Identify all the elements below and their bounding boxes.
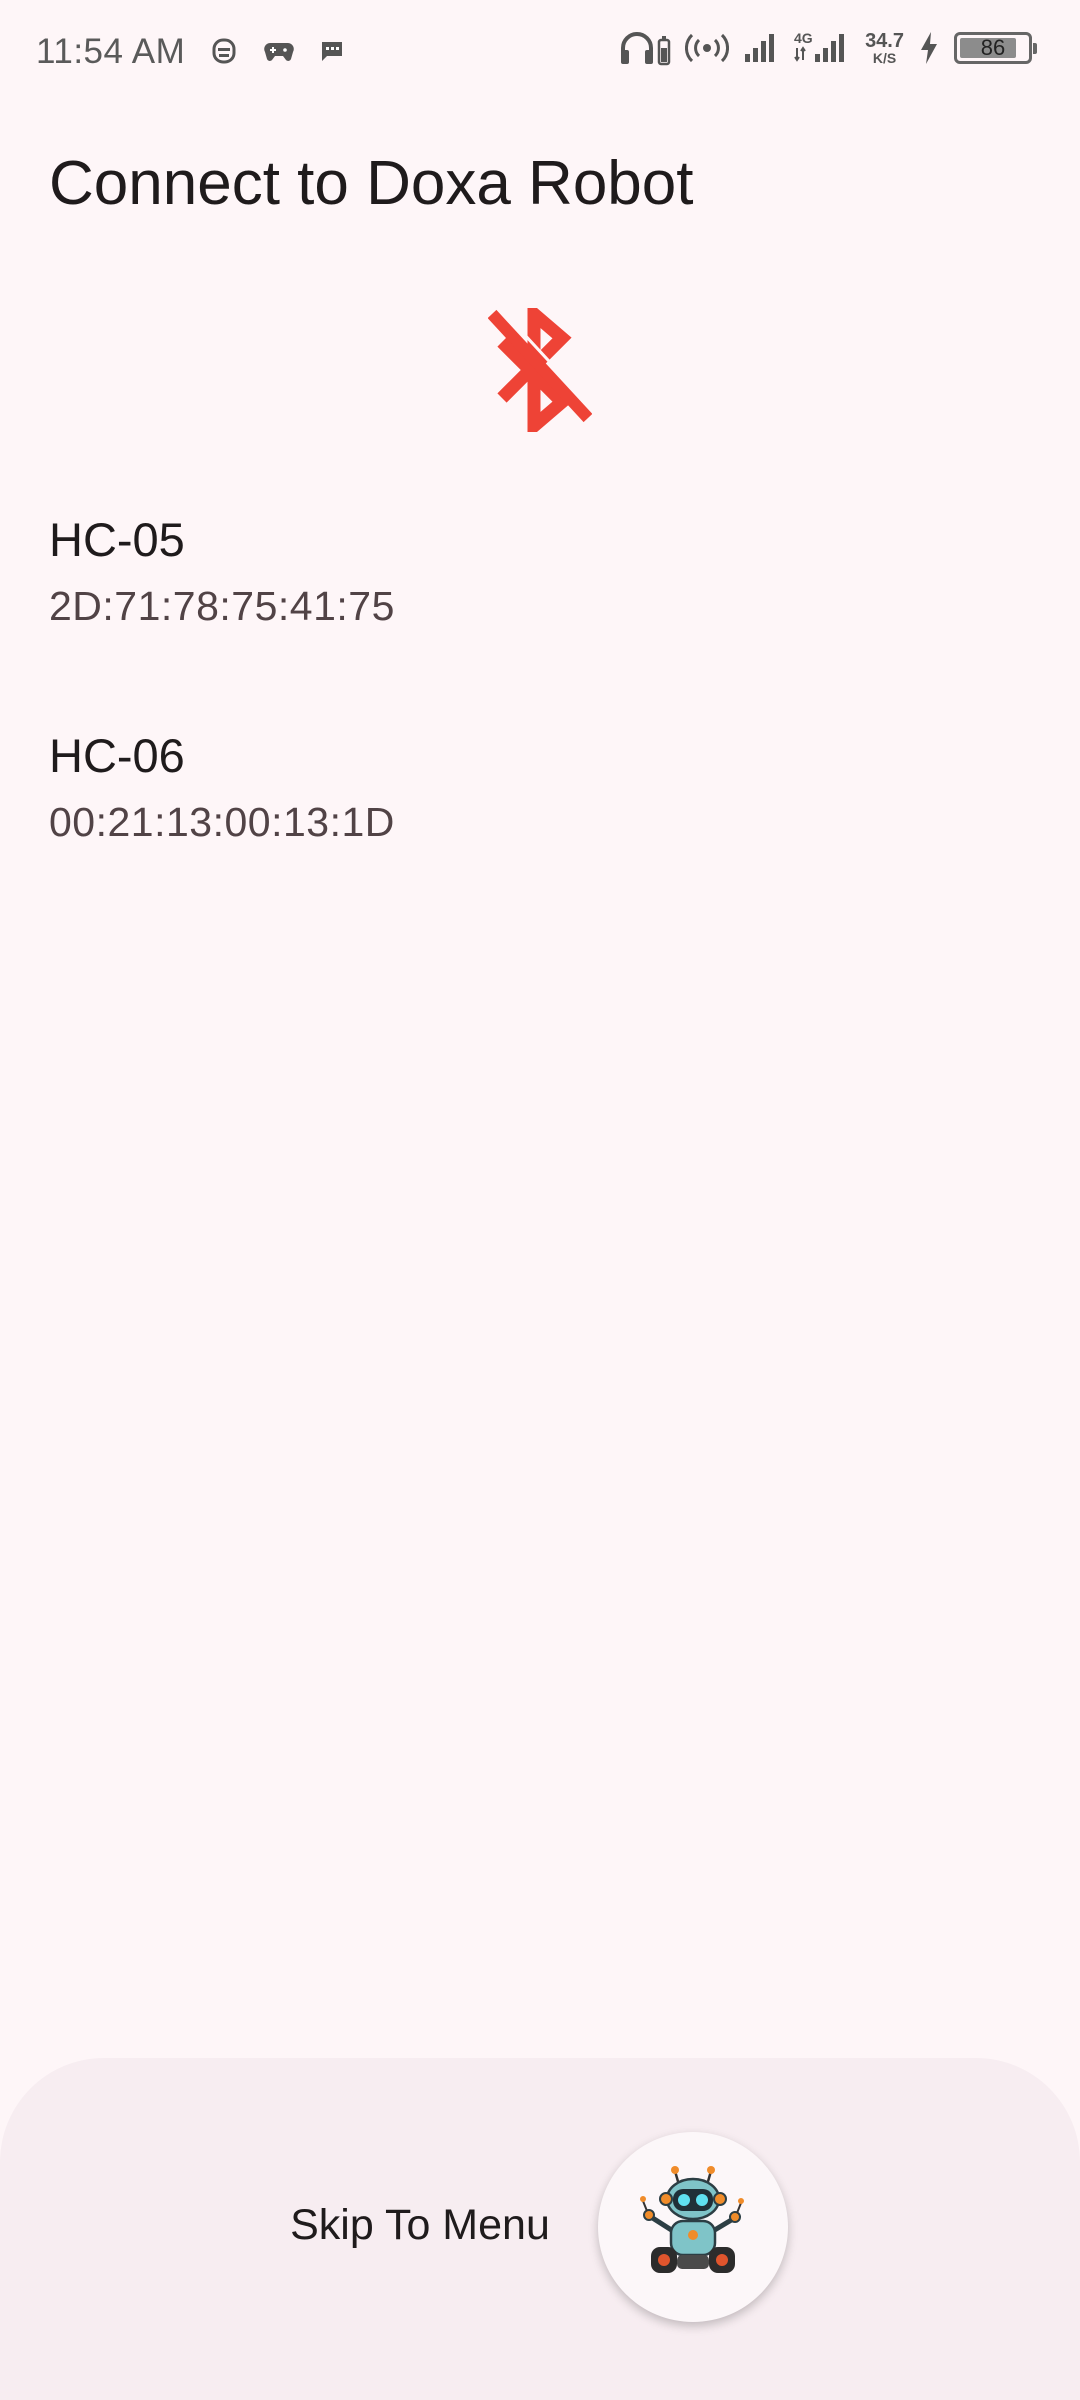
skip-to-menu-button[interactable]: Skip To Menu: [270, 2180, 570, 2270]
status-time: 11:54 AM: [36, 32, 186, 71]
device-name: HC-06: [49, 729, 185, 782]
network-speed-value: 34.7: [865, 30, 904, 52]
device-item-hc-05[interactable]: HC-05 2D:71:78:75:41:75: [0, 490, 1080, 706]
signal-icon: [743, 32, 779, 64]
hotspot-icon: [685, 32, 730, 64]
notification-app-icon: [210, 36, 238, 66]
device-address: 2D:71:78:75:41:75: [49, 583, 395, 629]
status-bar: 11:54 AM 4G 34.7 K/S 86: [0, 0, 1080, 106]
robot-fab-button[interactable]: [598, 2132, 788, 2322]
network-speed: 34.7 K/S: [865, 31, 904, 65]
device-list: HC-05 2D:71:78:75:41:75 HC-06 00:21:13:0…: [0, 490, 1080, 922]
signal-4g-icon: 4G: [793, 30, 851, 66]
battery-icon: 86: [954, 32, 1037, 64]
device-name: HC-05: [49, 513, 185, 566]
network-type-label: 4G: [794, 30, 813, 46]
status-notification-icons: [210, 36, 344, 66]
network-speed-unit: K/S: [872, 50, 897, 66]
screen: 11:54 AM 4G 34.7 K/S 86 Connect to Doxa …: [0, 0, 1080, 2400]
device-item-hc-06[interactable]: HC-06 00:21:13:00:13:1D: [0, 706, 1080, 922]
page-title: Connect to Doxa Robot: [49, 149, 694, 218]
bluetooth-disabled-icon: [487, 299, 597, 441]
battery-level: 86: [980, 35, 1006, 60]
status-system-icons: 4G 34.7 K/S 86: [619, 30, 1037, 66]
robot-mascot-icon: [633, 2165, 753, 2290]
message-icon: [320, 40, 344, 62]
gamepad-icon: [264, 40, 294, 62]
headphones-icon: [619, 30, 671, 66]
charging-icon: [918, 31, 940, 65]
device-address: 00:21:13:00:13:1D: [49, 799, 395, 845]
